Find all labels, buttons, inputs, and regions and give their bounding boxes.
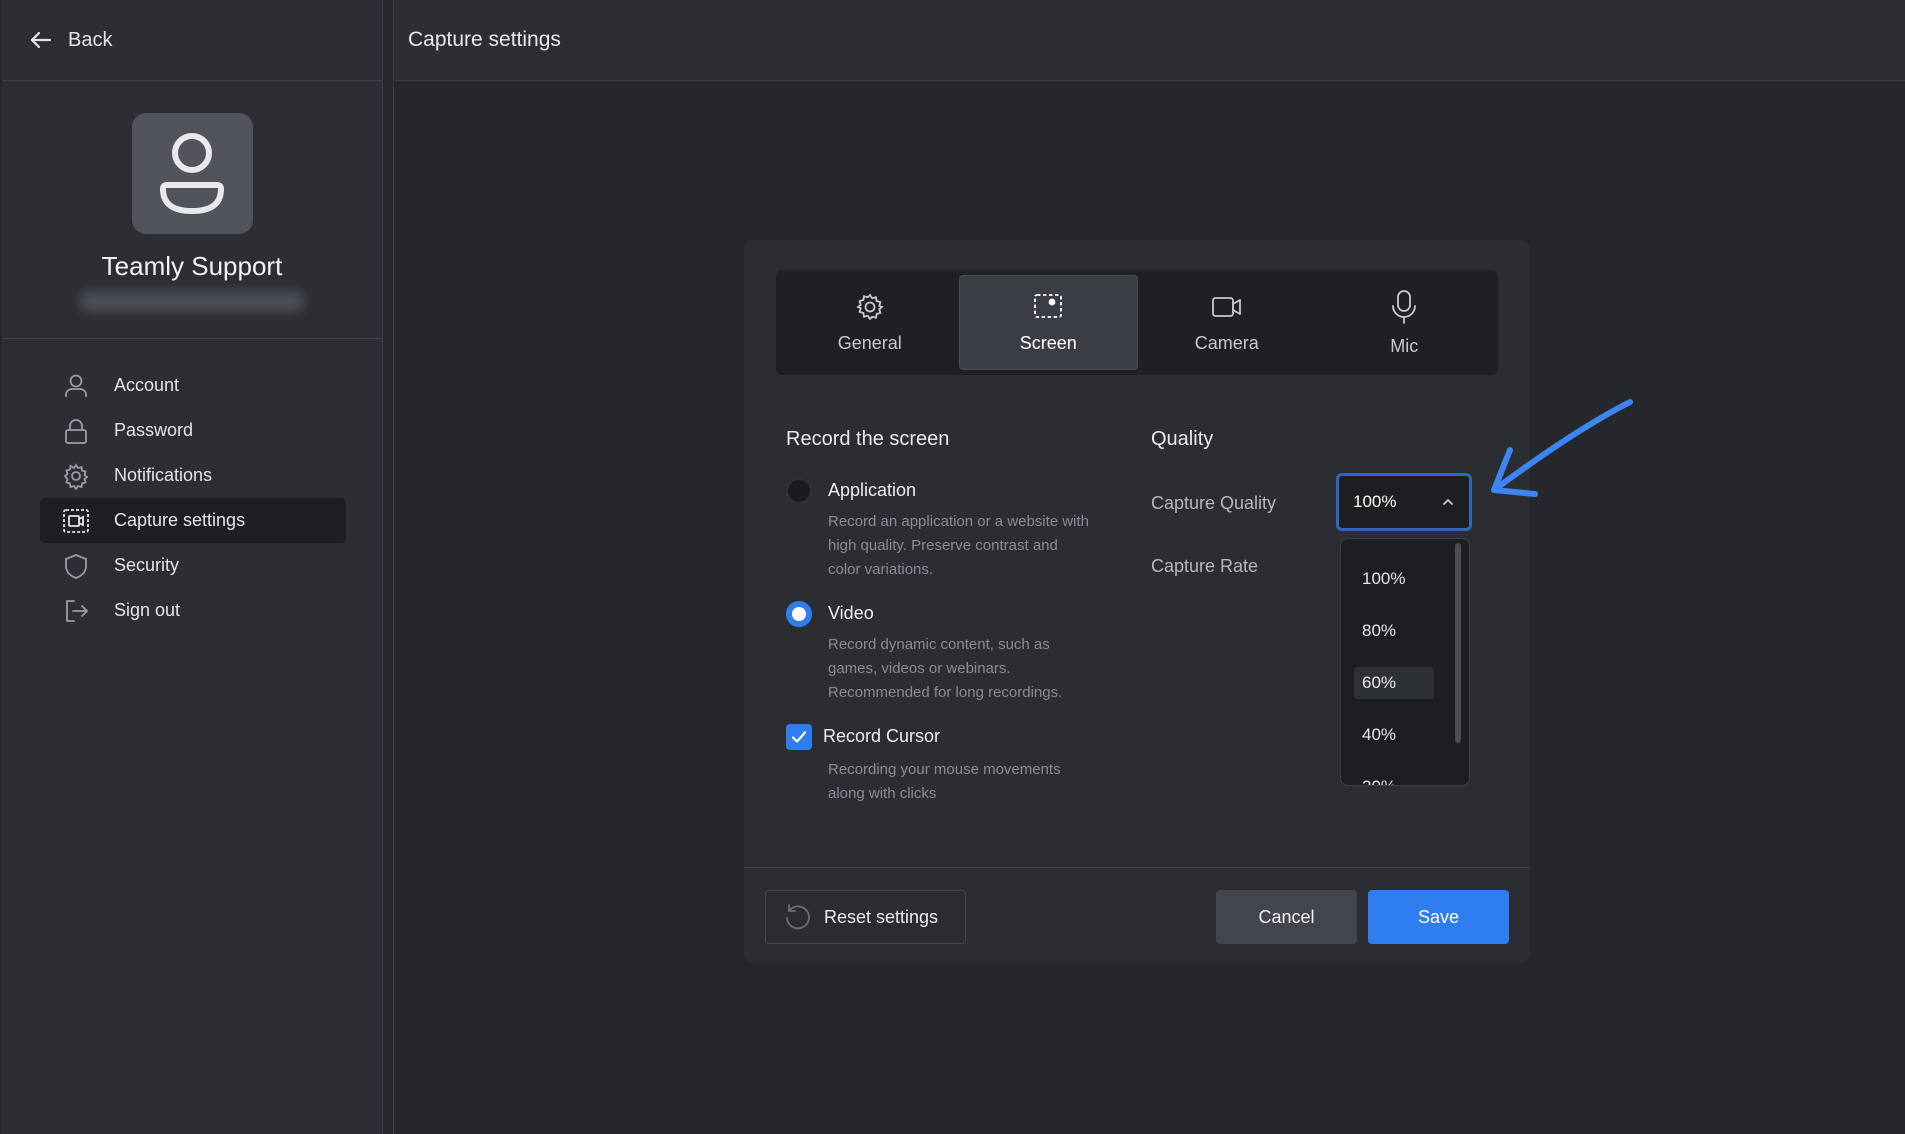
capture-settings-dialog: General Screen Camera Mic Record the scr…: [744, 240, 1530, 962]
description-line: Record an application or a website with: [828, 513, 1089, 530]
reset-settings-label: Reset settings: [824, 906, 939, 927]
user-icon: [60, 370, 92, 402]
capture-quality-value: 100%: [1353, 492, 1397, 511]
sidebar-item-label: Sign out: [114, 600, 181, 620]
profile-name: Teamly Support: [101, 251, 283, 281]
reset-icon: [786, 904, 810, 930]
avatar: [131, 113, 253, 234]
quality-section-title: Quality: [1151, 428, 1214, 450]
sidebar-item-sign-out[interactable]: Sign out: [40, 588, 346, 633]
lock-icon: [60, 415, 92, 447]
gear-icon: [855, 293, 884, 321]
gear-icon: [60, 460, 92, 492]
sidebar-nav: Account Password Notifications Capture s…: [2, 363, 382, 633]
shield-icon: [60, 550, 92, 582]
description-line: Record dynamic content, such as: [828, 636, 1050, 653]
reset-settings-button[interactable]: Reset settings: [765, 890, 966, 944]
sidebar-item-notifications[interactable]: Notifications: [40, 453, 346, 498]
tab-label: General: [837, 333, 902, 353]
back-label: Back: [68, 28, 113, 51]
tab-general[interactable]: General: [781, 275, 959, 370]
sign-out-icon: [60, 595, 92, 627]
tab-label: Screen: [1019, 333, 1077, 353]
sidebar-item-label: Notifications: [114, 465, 213, 485]
dropdown-option-60[interactable]: 60%: [1354, 667, 1434, 699]
dropdown-option-100[interactable]: 100%: [1354, 563, 1434, 595]
sidebar-item-security[interactable]: Security: [40, 543, 346, 588]
dropdown-scrollbar[interactable]: [1455, 543, 1461, 743]
user-avatar-icon: [159, 132, 225, 214]
dialog-footer-divider: [744, 867, 1530, 868]
chevron-up-icon: [1443, 498, 1453, 505]
settings-tabs: General Screen Camera Mic: [776, 270, 1498, 375]
sidebar-item-capture-settings[interactable]: Capture settings: [40, 498, 346, 543]
sidebar-item-label: Capture settings: [114, 510, 246, 530]
annotation-arrow-icon: [1491, 399, 1633, 497]
description-line: Recording your mouse movements: [828, 761, 1061, 778]
page-title: Capture settings: [408, 28, 561, 51]
description-line: color variations.: [828, 561, 934, 578]
sidebar-item-label: Password: [114, 420, 194, 440]
capture-icon: [60, 505, 92, 537]
record-section-title: Record the screen: [786, 428, 950, 450]
description-line: Recommended for long recordings.: [828, 684, 1063, 701]
capture-quality-dropdown: 100% 80% 60% 40% 20%: [1340, 538, 1470, 786]
video-description: Record dynamic content, such as games, v…: [828, 633, 1118, 705]
dropdown-option-80[interactable]: 80%: [1354, 615, 1434, 647]
sidebar-header: Back: [2, 0, 382, 81]
profile-section: Teamly Support ••••••••••••••••••: [2, 81, 382, 339]
description-line: high quality. Preserve contrast and: [828, 537, 1058, 554]
sidebar: Back Teamly Support •••••••••••••••••• A…: [2, 0, 383, 1134]
capture-quality-label: Capture Quality: [1151, 493, 1277, 513]
arrow-left-icon: [30, 31, 52, 49]
tab-label: Mic: [1390, 336, 1419, 356]
back-button[interactable]: Back: [28, 27, 112, 53]
video-label: Video: [828, 603, 874, 623]
application-label: Application: [828, 480, 917, 500]
dropdown-option-20[interactable]: 20%: [1354, 771, 1434, 785]
tab-label: Camera: [1194, 333, 1259, 353]
sidebar-item-label: Account: [114, 375, 180, 395]
screen-capture-icon: [1034, 294, 1063, 318]
cancel-button[interactable]: Cancel: [1216, 890, 1357, 944]
application-radio[interactable]: [786, 478, 812, 504]
record-cursor-checkbox[interactable]: [786, 724, 812, 750]
save-button[interactable]: Save: [1368, 890, 1509, 944]
description-line: along with clicks: [828, 785, 937, 802]
sidebar-item-account[interactable]: Account: [40, 363, 346, 408]
dropdown-option-40[interactable]: 40%: [1354, 719, 1434, 751]
capture-quality-select[interactable]: 100%: [1336, 473, 1472, 531]
record-cursor-label: Record Cursor: [823, 726, 941, 746]
sidebar-item-password[interactable]: Password: [40, 408, 346, 453]
tab-mic[interactable]: Mic: [1316, 275, 1494, 370]
application-radio-option[interactable]: Application: [786, 478, 916, 504]
profile-email-redacted: ••••••••••••••••••: [79, 290, 305, 312]
video-radio[interactable]: [786, 601, 812, 627]
application-description: Record an application or a website with …: [828, 510, 1118, 582]
mic-icon: [1392, 290, 1417, 324]
description-line: games, videos or webinars.: [828, 660, 1011, 677]
camera-icon: [1211, 297, 1241, 317]
record-cursor-description: Recording your mouse movements along wit…: [828, 758, 1118, 806]
record-cursor-option[interactable]: Record Cursor: [786, 724, 940, 750]
main-header: Capture settings: [393, 0, 1905, 81]
tab-camera[interactable]: Camera: [1138, 275, 1316, 370]
check-icon: [791, 731, 807, 743]
sidebar-item-label: Security: [114, 555, 180, 575]
capture-rate-label: Capture Rate: [1151, 556, 1259, 576]
video-radio-option[interactable]: Video: [786, 601, 874, 627]
tab-screen[interactable]: Screen: [958, 275, 1138, 370]
